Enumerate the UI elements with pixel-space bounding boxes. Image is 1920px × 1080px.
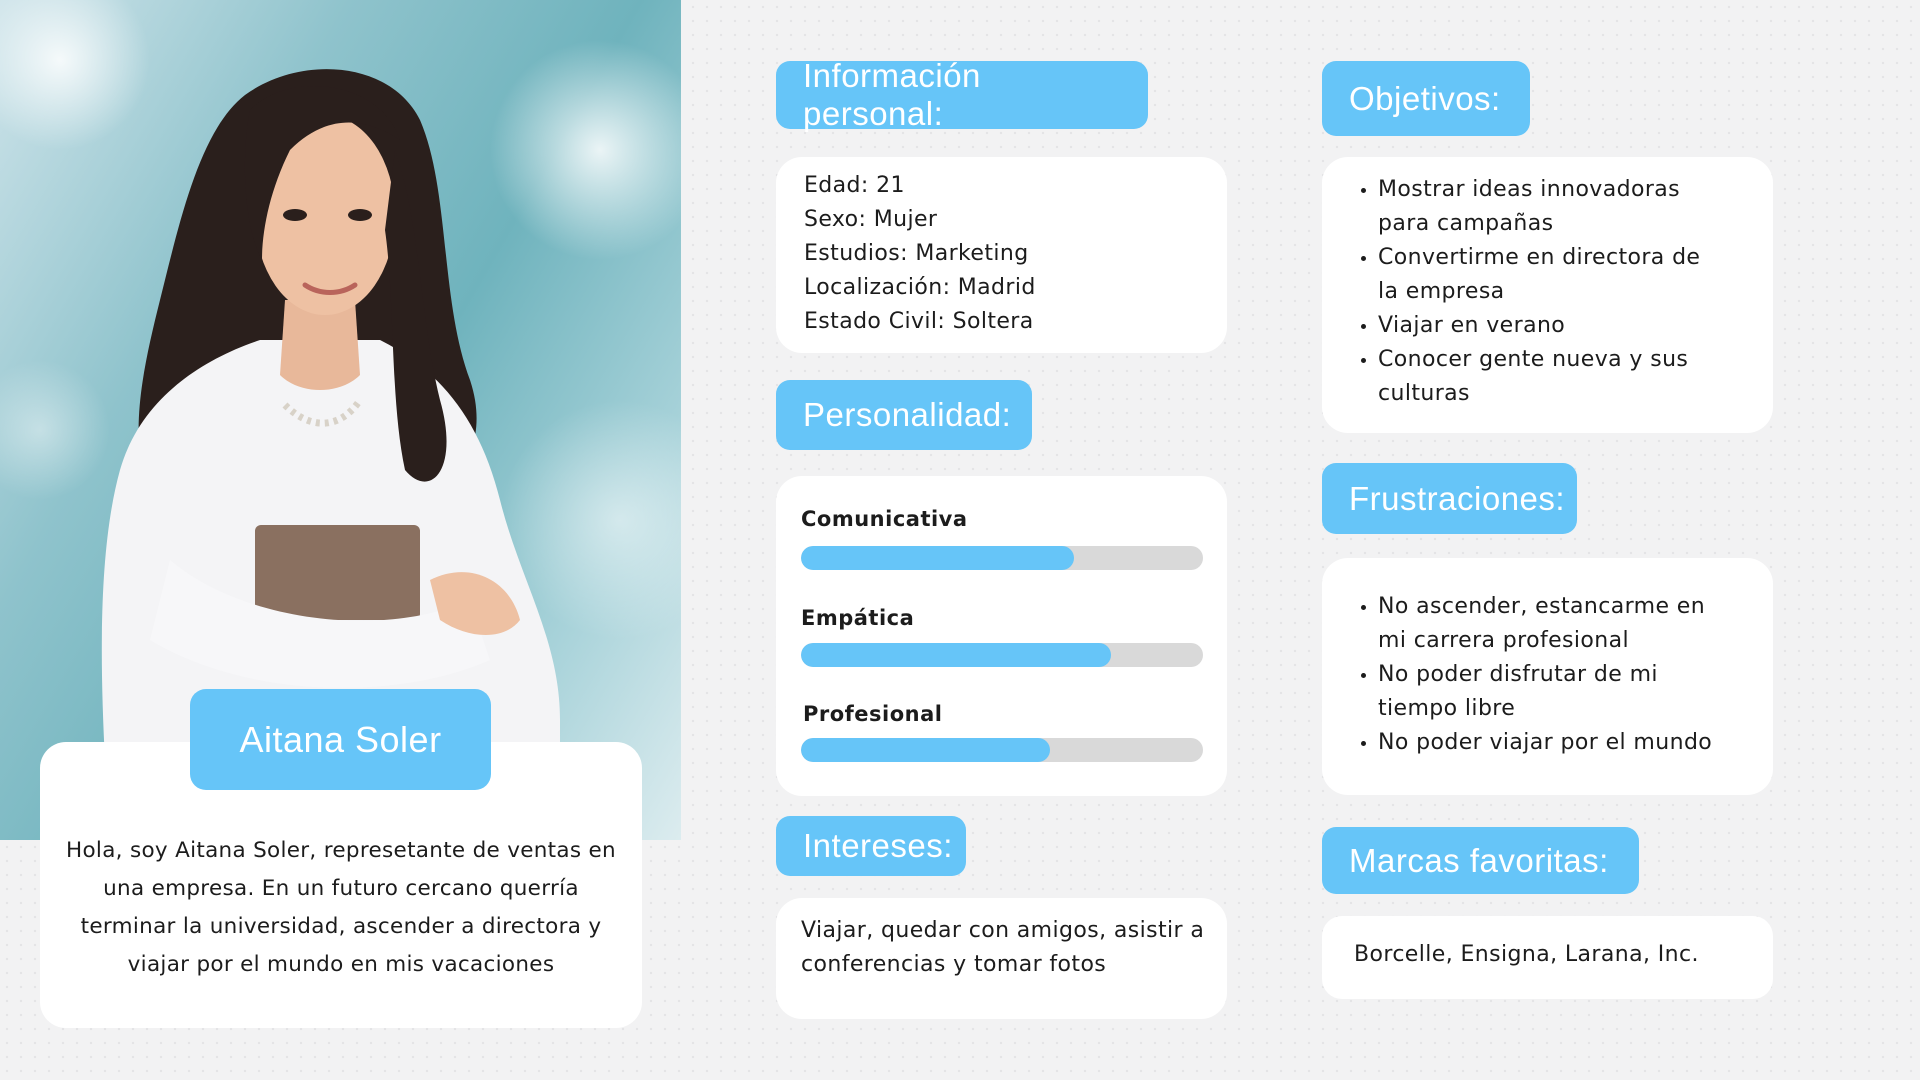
frustrations-title-text: Frustraciones: [1349, 479, 1566, 517]
brands-title-text: Marcas favoritas: [1349, 841, 1609, 879]
trait-bar-fill [801, 738, 1051, 762]
trait-bar-track [801, 738, 1203, 762]
frustrations-list: No ascender, estancarme en mi carrera pr… [1348, 590, 1753, 760]
list-item: Convertirme en directora de la empresa [1378, 241, 1728, 309]
info-line: Estado Civil: Soltera [804, 309, 1034, 334]
trait-bar-track [801, 643, 1203, 667]
personal-info-card: Edad: 21 Sexo: Mujer Estudios: Marketing… [776, 157, 1227, 353]
brands-text: Borcelle, Ensigna, Larana, Inc. [1354, 942, 1699, 967]
info-line: Estudios: Marketing [804, 241, 1029, 266]
personality-card: Comunicativa Empática Profesional [776, 476, 1227, 796]
trait-label: Empática [801, 606, 915, 630]
trait-bar-fill [801, 546, 1075, 570]
trait-label: Profesional [803, 702, 943, 726]
trait-label: Comunicativa [801, 507, 968, 531]
personal-info-title-text: Información personal: [803, 57, 981, 132]
list-item: No poder viajar por el mundo [1378, 726, 1753, 760]
list-item: No poder disfrutar de mi tiempo libre [1378, 658, 1708, 726]
trait-bar-fill [801, 643, 1111, 667]
objectives-list: Mostrar ideas innovadoras para campañas … [1348, 173, 1753, 411]
interests-card: Viajar, quedar con amigos, asistir a con… [776, 898, 1227, 1019]
interests-text: Viajar, quedar con amigos, asistir a con… [801, 918, 1205, 977]
personality-title-text: Personalidad: [803, 396, 1012, 433]
frustrations-title: Frustraciones: [1322, 463, 1577, 534]
objectives-card: Mostrar ideas innovadoras para campañas … [1322, 157, 1773, 433]
personality-title: Personalidad: [776, 380, 1032, 450]
bio-text: Hola, soy Aitana Soler, represetante de … [66, 838, 616, 977]
list-item: Mostrar ideas innovadoras para campañas [1378, 173, 1708, 241]
brands-card: Borcelle, Ensigna, Larana, Inc. [1322, 916, 1773, 999]
list-item: Conocer gente nueva y sus culturas [1378, 343, 1718, 411]
interests-title: Intereses: [776, 816, 966, 876]
persona-name: Aitana Soler [190, 689, 491, 790]
info-line: Sexo: Mujer [804, 207, 938, 232]
personal-info-title: Información personal: [776, 57, 1148, 132]
list-item: No ascender, estancarme en mi carrera pr… [1378, 590, 1738, 658]
trait-bar-track [801, 546, 1203, 570]
objectives-title-text: Objetivos: [1349, 79, 1501, 117]
persona-name-text: Aitana Soler [239, 718, 442, 760]
info-line: Localización: Madrid [804, 275, 1036, 300]
interests-title-text: Intereses: [803, 827, 953, 864]
info-line: Edad: 21 [804, 173, 905, 198]
list-item: Viajar en verano [1378, 309, 1753, 343]
brands-title: Marcas favoritas: [1322, 827, 1639, 894]
objectives-title: Objetivos: [1322, 61, 1530, 136]
frustrations-card: No ascender, estancarme en mi carrera pr… [1322, 558, 1773, 795]
